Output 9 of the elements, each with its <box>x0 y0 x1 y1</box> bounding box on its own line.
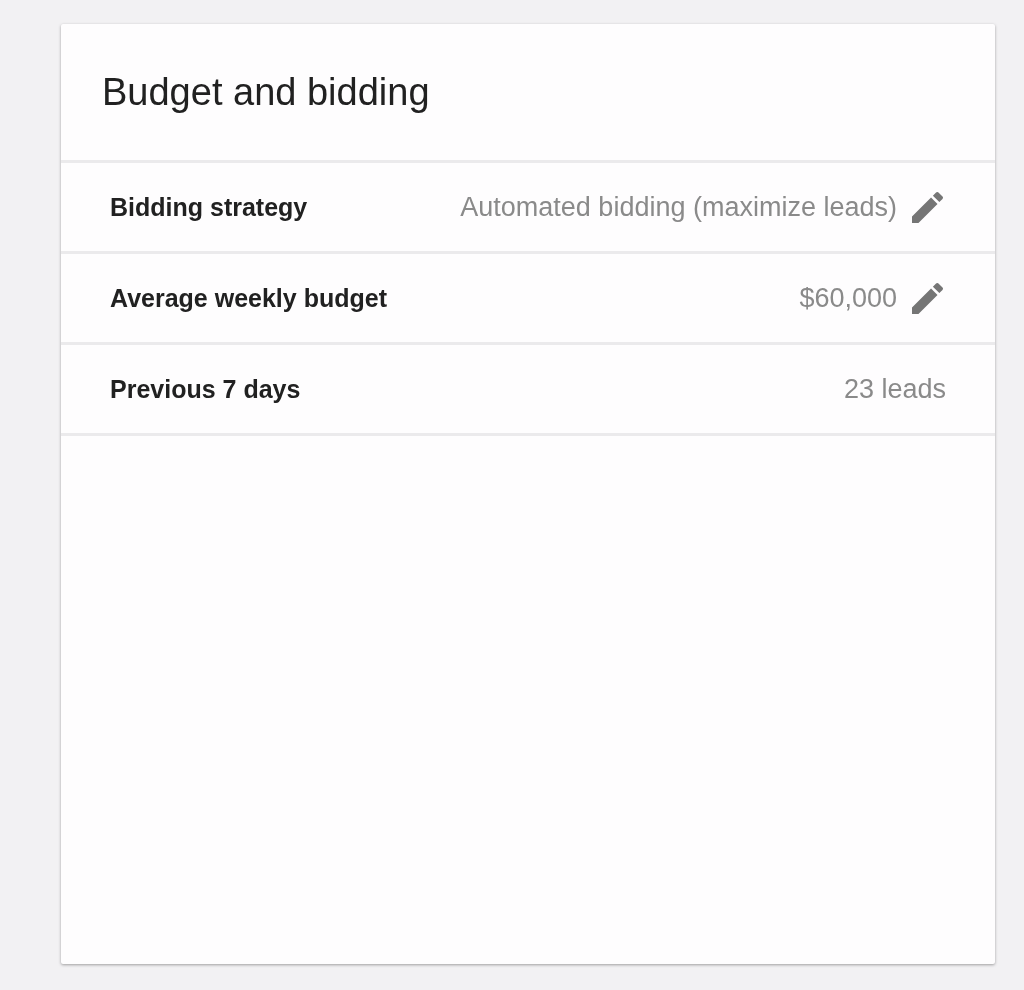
card-title: Budget and bidding <box>102 70 430 114</box>
row-label: Bidding strategy <box>110 192 308 222</box>
row-value: Automated bidding (maximize leads) <box>460 191 897 223</box>
pencil-icon[interactable] <box>912 191 943 223</box>
row-label: Previous 7 days <box>110 374 301 404</box>
row-label: Average weekly budget <box>110 283 387 313</box>
row-value: $60,000 <box>799 282 897 314</box>
pencil-icon[interactable] <box>912 282 943 314</box>
row-value: 23 leads <box>843 373 946 405</box>
